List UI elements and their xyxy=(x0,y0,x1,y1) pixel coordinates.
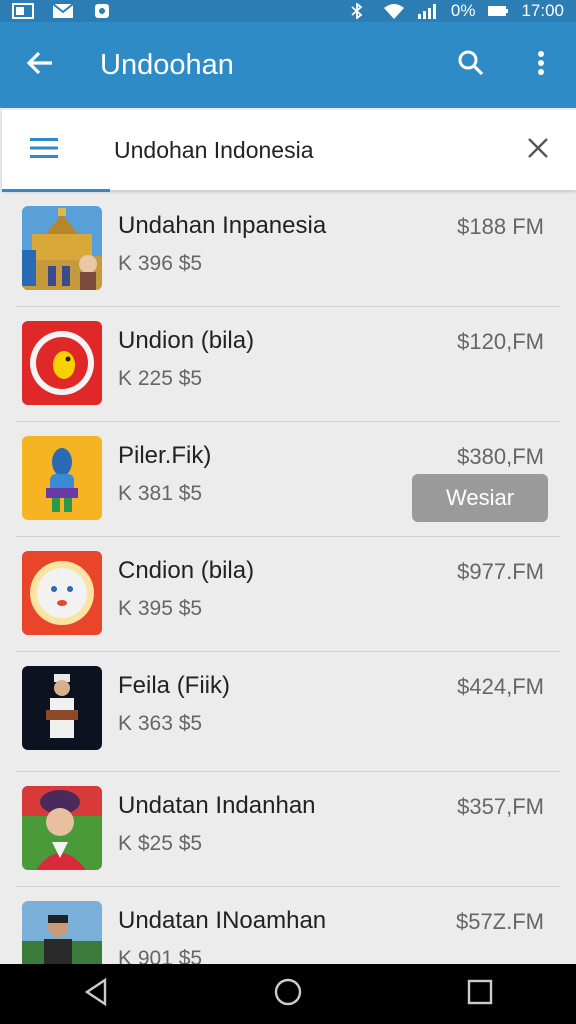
item-price: $57Z.FM xyxy=(455,909,544,934)
search-icon xyxy=(457,49,485,82)
nav-home-button[interactable] xyxy=(238,964,338,1024)
smiley-face-logo-icon xyxy=(22,551,102,635)
list-title: Undohan Indonesia xyxy=(114,136,314,163)
item-price: $357,FM xyxy=(457,794,544,819)
red-bird-logo-icon xyxy=(22,321,102,405)
arrow-left-icon xyxy=(26,51,54,80)
cartoon-figure-icon xyxy=(22,436,102,520)
item-title: Feila (Fiik) xyxy=(118,672,230,699)
woman-photo-icon xyxy=(22,786,102,870)
more-vert-icon xyxy=(537,50,545,81)
item-price: $188 FM xyxy=(457,214,544,239)
list-item[interactable]: Piler.Fik) K 381 $5 $380,FM Wesiar xyxy=(16,422,560,537)
item-price: $424,FM xyxy=(457,674,544,699)
app-notification-icon xyxy=(92,3,114,19)
back-button[interactable] xyxy=(0,22,80,108)
item-price: $380,FM xyxy=(457,444,544,469)
overflow-menu-button[interactable] xyxy=(506,22,576,108)
app-bar: Undoohan xyxy=(0,22,576,108)
item-subtitle: K $25 $5 xyxy=(118,832,203,855)
battery-percent: 0% xyxy=(450,1,476,20)
circle-home-icon xyxy=(273,977,303,1012)
item-subtitle: K 395 $5 xyxy=(118,597,203,620)
item-subtitle: K 381 $5 xyxy=(118,482,203,505)
app-list: Undahan Inpanesia K 396 $5 $188 FM Undio… xyxy=(16,192,560,1002)
item-subtitle: K 225 $5 xyxy=(118,367,203,390)
nav-recents-button[interactable] xyxy=(430,964,530,1024)
hamburger-icon xyxy=(29,137,59,164)
item-title: Piler.Fik) xyxy=(118,442,212,469)
palace-photo-icon xyxy=(22,206,102,290)
item-price: $120,FM xyxy=(457,329,544,354)
close-icon xyxy=(527,137,549,164)
item-title: Undion (bila) xyxy=(118,327,255,354)
menu-button[interactable] xyxy=(2,110,86,190)
signal-icon xyxy=(417,3,439,19)
triangle-back-icon xyxy=(83,977,109,1011)
item-price: $977.FM xyxy=(457,559,544,584)
system-nav-bar xyxy=(0,964,576,1024)
mail-notification-icon xyxy=(52,3,74,19)
item-title: Undatan Indanhan xyxy=(118,792,316,819)
gallery-notification-icon xyxy=(12,3,34,19)
item-title: Undahan Inpanesia xyxy=(118,212,327,239)
list-item[interactable]: Undatan Indanhan K $25 $5 $357,FM xyxy=(16,772,560,887)
list-item[interactable]: Feila (Fiik) K 363 $5 $424,FM xyxy=(16,652,560,772)
item-subtitle: K 363 $5 xyxy=(118,712,203,735)
list-item[interactable]: Cndion (bila) K 395 $5 $977.FM xyxy=(16,537,560,652)
list-item[interactable]: Undahan Inpanesia K 396 $5 $188 FM xyxy=(16,192,560,307)
nav-back-button[interactable] xyxy=(46,964,146,1024)
square-recents-icon xyxy=(467,979,493,1010)
item-title: Undatan INoamhan xyxy=(118,907,327,934)
clock: 17:00 xyxy=(521,1,564,20)
bluetooth-icon xyxy=(349,2,371,20)
item-title: Cndion (bila) xyxy=(118,557,255,584)
battery-icon xyxy=(487,3,509,19)
item-subtitle: K 396 $5 xyxy=(118,252,203,275)
list-item[interactable]: Undion (bila) K 225 $5 $120,FM xyxy=(16,307,560,422)
search-button[interactable] xyxy=(436,22,506,108)
status-bar: 0% 17:00 xyxy=(0,0,576,22)
wifi-icon xyxy=(383,3,405,19)
app-title: Undoohan xyxy=(100,48,234,81)
list-header: Undohan Indonesia xyxy=(2,110,576,192)
person-photo-icon xyxy=(22,666,102,750)
close-button[interactable] xyxy=(500,110,576,190)
item-action-button[interactable]: Wesiar xyxy=(412,474,548,522)
